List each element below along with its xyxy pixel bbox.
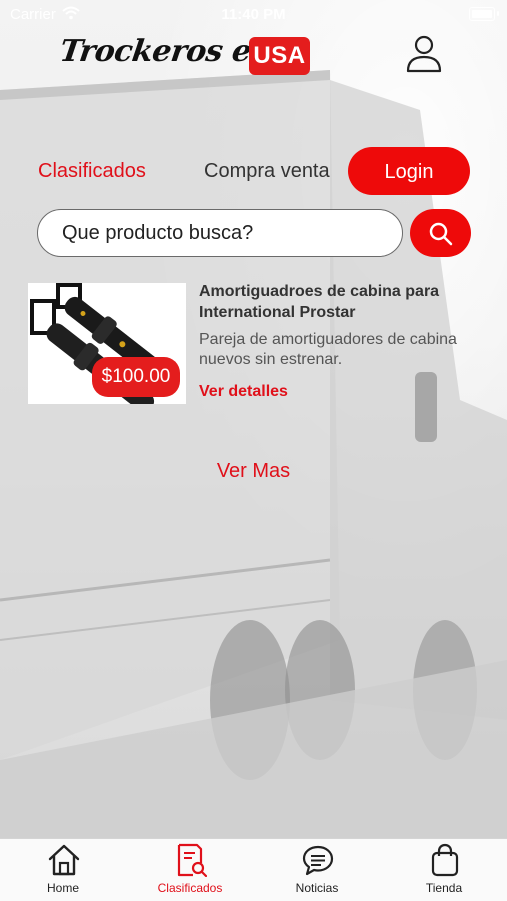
- home-icon: [48, 843, 80, 877]
- tab-label-home: Home: [46, 881, 79, 895]
- nav-compra-venta[interactable]: Compra venta: [204, 160, 330, 183]
- nav-clasificados[interactable]: Clasificados: [38, 160, 146, 183]
- user-icon[interactable]: [404, 33, 444, 73]
- tab-tienda[interactable]: Tienda: [381, 839, 507, 901]
- tab-label-tienda: Tienda: [425, 881, 463, 895]
- logo-badge: USA: [249, 37, 310, 75]
- classifieds-search-icon: [175, 843, 208, 878]
- product-title[interactable]: Amortiguadroes de cabina para Internatio…: [199, 281, 489, 323]
- status-bar: Carrier 11:40 PM: [0, 0, 507, 28]
- tab-noticias[interactable]: Noticias: [254, 839, 380, 901]
- logo-text: Trockeros en: [57, 34, 275, 69]
- battery-icon: [469, 7, 499, 21]
- background-truck-image: [0, 0, 507, 838]
- tab-label-clasificados: Clasificados: [157, 881, 223, 895]
- shopping-bag-icon: [429, 843, 461, 877]
- search-input[interactable]: [37, 209, 403, 257]
- ver-detalles-link[interactable]: Ver detalles: [199, 383, 288, 401]
- ver-mas-link[interactable]: Ver Mas: [0, 460, 507, 483]
- tab-clasificados[interactable]: Clasificados: [127, 839, 253, 901]
- chat-bubble-icon: [302, 843, 334, 877]
- login-button[interactable]: Login: [348, 147, 470, 195]
- product-description: Pareja de amortiguadores de cabina nuevo…: [199, 331, 457, 368]
- price-badge: $100.00: [92, 357, 180, 397]
- search-button[interactable]: [410, 209, 471, 257]
- status-time: 11:40 PM: [221, 6, 286, 23]
- app-header: Trockeros en USA: [0, 28, 507, 80]
- tab-bar: Home Clasificados Noticias Tienda: [0, 838, 507, 901]
- tab-label-noticias: Noticias: [295, 881, 339, 895]
- tab-home[interactable]: Home: [0, 839, 126, 901]
- search-icon: [429, 222, 453, 246]
